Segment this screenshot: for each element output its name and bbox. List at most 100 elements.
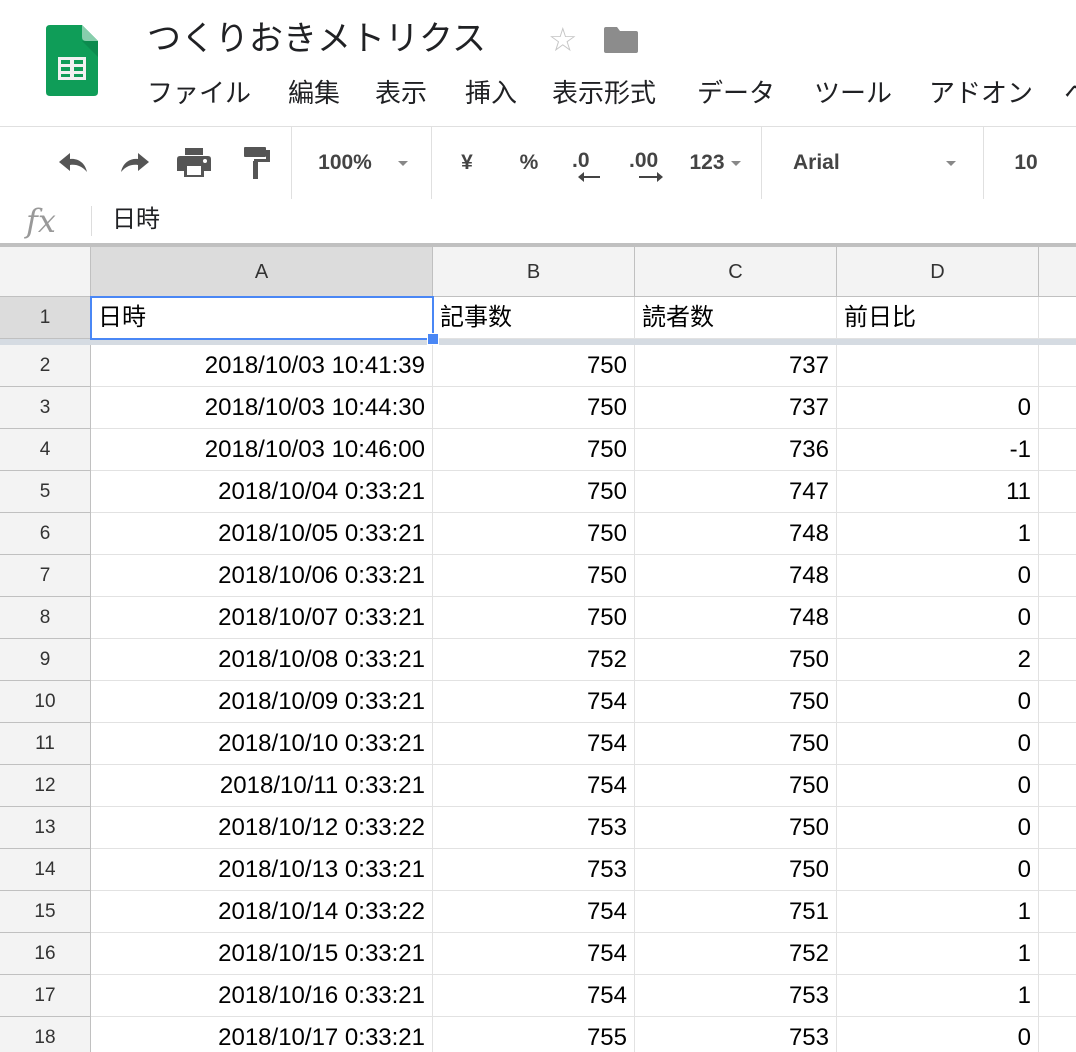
table-cell[interactable]: 753 — [635, 975, 837, 1017]
table-cell[interactable]: 1 — [837, 891, 1039, 933]
row-header[interactable]: 4 — [0, 429, 91, 471]
empty-cell[interactable] — [1039, 933, 1076, 975]
row-header[interactable]: 1 — [0, 297, 91, 339]
table-cell[interactable]: 2018/10/07 0:33:21 — [91, 597, 433, 639]
menu-file[interactable]: ファイル — [147, 76, 251, 112]
empty-cell[interactable] — [1039, 975, 1076, 1017]
table-cell[interactable]: 754 — [433, 933, 635, 975]
table-cell[interactable]: 754 — [433, 975, 635, 1017]
table-cell[interactable]: 737 — [635, 387, 837, 429]
percent-format-button[interactable]: % — [508, 127, 550, 199]
table-cell[interactable]: 2018/10/11 0:33:21 — [91, 765, 433, 807]
table-cell[interactable]: 750 — [635, 681, 837, 723]
increase-decimal-button[interactable]: .00 — [624, 127, 674, 199]
currency-format-button[interactable]: ¥ — [446, 127, 488, 199]
table-cell[interactable]: 11 — [837, 471, 1039, 513]
table-cell[interactable]: 750 — [635, 639, 837, 681]
table-cell[interactable]: 750 — [635, 807, 837, 849]
column-title-cell[interactable]: 読者数 — [635, 297, 837, 339]
table-cell[interactable]: 2018/10/10 0:33:21 — [91, 723, 433, 765]
empty-cell[interactable] — [1039, 891, 1076, 933]
table-cell[interactable]: 748 — [635, 513, 837, 555]
font-family-select[interactable]: Arial — [778, 127, 968, 199]
select-all-corner[interactable] — [0, 247, 91, 297]
column-title-cell[interactable]: 日時 — [91, 297, 433, 339]
menu-view[interactable]: 表示 — [375, 76, 427, 112]
row-header[interactable]: 11 — [0, 723, 91, 765]
table-cell[interactable]: 750 — [433, 471, 635, 513]
fill-handle[interactable] — [427, 333, 439, 345]
empty-cell[interactable] — [1039, 555, 1076, 597]
table-cell[interactable]: 750 — [433, 555, 635, 597]
table-cell[interactable]: 0 — [837, 849, 1039, 891]
table-cell[interactable]: 0 — [837, 681, 1039, 723]
table-cell[interactable]: 2018/10/03 10:44:30 — [91, 387, 433, 429]
column-header-c[interactable]: C — [635, 247, 837, 297]
table-cell[interactable]: -1 — [837, 429, 1039, 471]
table-cell[interactable]: 2018/10/14 0:33:22 — [91, 891, 433, 933]
table-cell[interactable]: 2018/10/13 0:33:21 — [91, 849, 433, 891]
table-cell[interactable]: 752 — [433, 639, 635, 681]
table-cell[interactable]: 2018/10/12 0:33:22 — [91, 807, 433, 849]
row-header[interactable]: 13 — [0, 807, 91, 849]
table-cell[interactable]: 750 — [635, 723, 837, 765]
table-cell[interactable]: 737 — [635, 345, 837, 387]
table-cell[interactable]: 0 — [837, 555, 1039, 597]
table-cell[interactable]: 2018/10/03 10:41:39 — [91, 345, 433, 387]
table-cell[interactable]: 1 — [837, 933, 1039, 975]
zoom-select[interactable]: 100% — [300, 127, 426, 199]
table-cell[interactable]: 2018/10/05 0:33:21 — [91, 513, 433, 555]
table-cell[interactable]: 748 — [635, 555, 837, 597]
row-header[interactable]: 9 — [0, 639, 91, 681]
star-outline-icon[interactable]: ☆ — [548, 22, 578, 58]
paint-format-icon[interactable] — [236, 127, 276, 199]
empty-cell[interactable] — [1039, 345, 1076, 387]
empty-cell[interactable] — [1039, 681, 1076, 723]
row-header[interactable]: 2 — [0, 345, 91, 387]
decrease-decimal-button[interactable]: .0 — [562, 127, 610, 199]
table-cell[interactable]: 751 — [635, 891, 837, 933]
table-cell[interactable]: 2018/10/08 0:33:21 — [91, 639, 433, 681]
menu-addons[interactable]: アドオン — [929, 76, 1033, 112]
table-cell[interactable]: 1 — [837, 975, 1039, 1017]
table-cell[interactable]: 747 — [635, 471, 837, 513]
table-cell[interactable]: 0 — [837, 723, 1039, 765]
row-header[interactable]: 16 — [0, 933, 91, 975]
google-sheets-logo-icon[interactable] — [46, 25, 98, 96]
table-cell[interactable]: 753 — [635, 1017, 837, 1052]
menu-insert[interactable]: 挿入 — [465, 76, 517, 112]
empty-cell[interactable] — [1039, 597, 1076, 639]
menu-format[interactable]: 表示形式 — [552, 76, 656, 112]
redo-icon[interactable] — [112, 127, 156, 199]
folder-icon[interactable] — [604, 25, 638, 53]
table-cell[interactable]: 2018/10/17 0:33:21 — [91, 1017, 433, 1052]
table-cell[interactable]: 754 — [433, 891, 635, 933]
column-header-a[interactable]: A — [91, 247, 433, 297]
row-header[interactable]: 6 — [0, 513, 91, 555]
table-cell[interactable]: 0 — [837, 765, 1039, 807]
menu-edit[interactable]: 編集 — [288, 76, 340, 112]
column-header-b[interactable]: B — [433, 247, 635, 297]
empty-cell[interactable] — [1039, 297, 1076, 339]
document-title[interactable]: つくりおきメトリクス — [147, 18, 486, 60]
table-cell[interactable]: 2018/10/09 0:33:21 — [91, 681, 433, 723]
table-cell[interactable]: 0 — [837, 597, 1039, 639]
empty-cell[interactable] — [1039, 387, 1076, 429]
table-cell[interactable]: 750 — [433, 513, 635, 555]
print-icon[interactable] — [172, 127, 216, 199]
table-cell[interactable]: 754 — [433, 765, 635, 807]
empty-cell[interactable] — [1039, 765, 1076, 807]
empty-cell[interactable] — [1039, 807, 1076, 849]
empty-cell[interactable] — [1039, 639, 1076, 681]
column-header[interactable] — [1039, 247, 1076, 297]
menu-help[interactable]: ヘ — [1064, 76, 1076, 112]
row-header[interactable]: 8 — [0, 597, 91, 639]
empty-cell[interactable] — [1039, 1017, 1076, 1052]
menu-tools[interactable]: ツール — [814, 76, 892, 112]
table-cell[interactable]: 2018/10/03 10:46:00 — [91, 429, 433, 471]
table-cell[interactable]: 0 — [837, 387, 1039, 429]
table-cell[interactable]: 754 — [433, 681, 635, 723]
undo-icon[interactable] — [52, 127, 96, 199]
empty-cell[interactable] — [1039, 471, 1076, 513]
row-header[interactable]: 12 — [0, 765, 91, 807]
